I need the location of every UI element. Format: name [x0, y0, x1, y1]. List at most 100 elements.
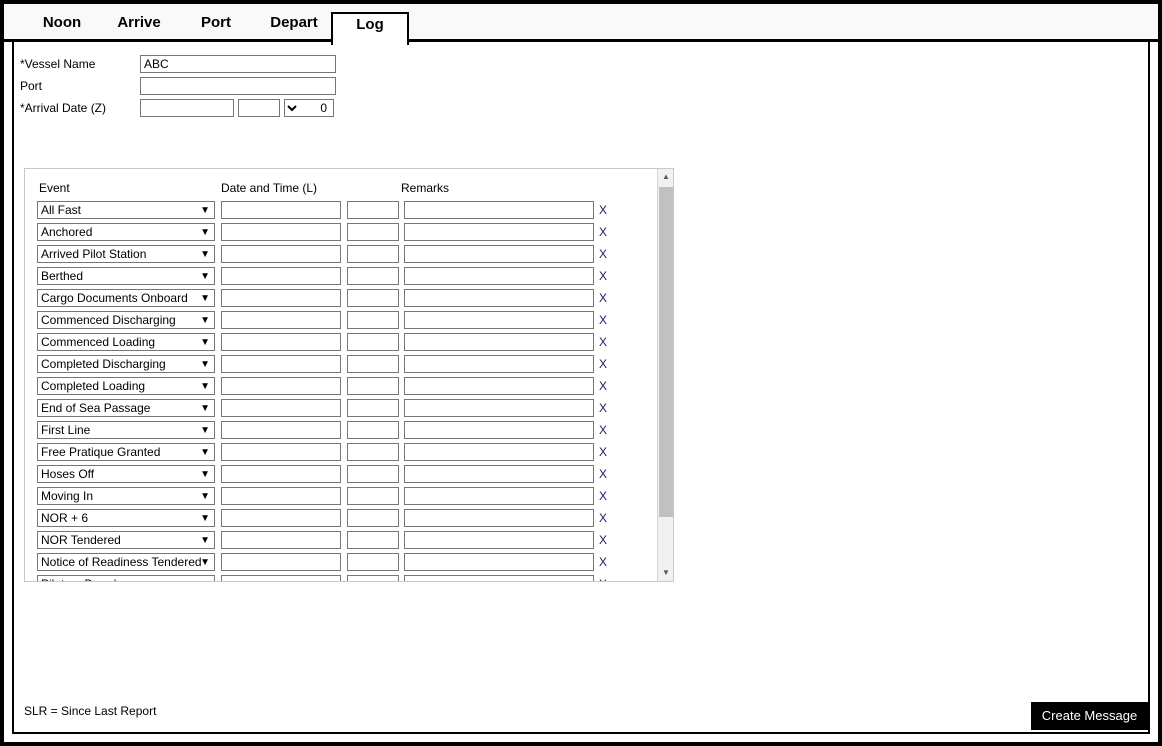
- event-type-select[interactable]: Cargo Documents Onboard▼: [37, 289, 215, 307]
- event-time-input[interactable]: [347, 575, 399, 581]
- delete-row-button[interactable]: X: [599, 268, 607, 284]
- event-remarks-input[interactable]: [404, 311, 594, 329]
- event-time-input[interactable]: [347, 465, 399, 483]
- event-date-input[interactable]: [221, 355, 341, 373]
- event-remarks-input[interactable]: [404, 465, 594, 483]
- event-date-input[interactable]: [221, 201, 341, 219]
- event-type-select[interactable]: Hoses Off▼: [37, 465, 215, 483]
- event-remarks-input[interactable]: [404, 223, 594, 241]
- event-remarks-input[interactable]: [404, 531, 594, 549]
- delete-row-button[interactable]: X: [599, 510, 607, 526]
- event-remarks-input[interactable]: [404, 509, 594, 527]
- event-remarks-input[interactable]: [404, 355, 594, 373]
- tab-port[interactable]: Port: [179, 12, 253, 42]
- event-time-input[interactable]: [347, 223, 399, 241]
- scrollbar-thumb[interactable]: [659, 187, 673, 517]
- event-date-input[interactable]: [221, 575, 341, 581]
- event-time-input[interactable]: [347, 399, 399, 417]
- event-time-input[interactable]: [347, 509, 399, 527]
- event-type-select[interactable]: First Line▼: [37, 421, 215, 439]
- event-type-select[interactable]: NOR Tendered▼: [37, 531, 215, 549]
- event-type-select[interactable]: End of Sea Passage▼: [37, 399, 215, 417]
- event-remarks-input[interactable]: [404, 443, 594, 461]
- event-date-input[interactable]: [221, 421, 341, 439]
- arrival-date-input[interactable]: [140, 99, 234, 117]
- event-time-input[interactable]: [347, 355, 399, 373]
- event-type-select[interactable]: NOR + 6▼: [37, 509, 215, 527]
- event-type-select[interactable]: Completed Discharging▼: [37, 355, 215, 373]
- event-time-input[interactable]: [347, 245, 399, 263]
- delete-row-button[interactable]: X: [599, 290, 607, 306]
- event-time-input[interactable]: [347, 421, 399, 439]
- event-remarks-input[interactable]: [404, 245, 594, 263]
- delete-row-button[interactable]: X: [599, 202, 607, 218]
- event-time-input[interactable]: [347, 267, 399, 285]
- event-type-select[interactable]: Moving In▼: [37, 487, 215, 505]
- arrival-time-input[interactable]: [238, 99, 280, 117]
- delete-row-button[interactable]: X: [599, 356, 607, 372]
- port-input[interactable]: [140, 77, 336, 95]
- event-time-input[interactable]: [347, 333, 399, 351]
- event-date-input[interactable]: [221, 333, 341, 351]
- arrival-offset-select[interactable]: 0: [284, 99, 334, 117]
- event-date-input[interactable]: [221, 553, 341, 571]
- event-time-input[interactable]: [347, 201, 399, 219]
- event-type-select[interactable]: All Fast▼: [37, 201, 215, 219]
- event-type-select[interactable]: Completed Loading▼: [37, 377, 215, 395]
- event-date-input[interactable]: [221, 245, 341, 263]
- event-remarks-input[interactable]: [404, 289, 594, 307]
- tab-depart[interactable]: Depart: [249, 12, 339, 42]
- event-date-input[interactable]: [221, 399, 341, 417]
- event-remarks-input[interactable]: [404, 553, 594, 571]
- event-date-input[interactable]: [221, 509, 341, 527]
- event-type-select[interactable]: Commenced Discharging▼: [37, 311, 215, 329]
- event-remarks-input[interactable]: [404, 377, 594, 395]
- tab-log[interactable]: Log: [331, 12, 409, 45]
- event-time-input[interactable]: [347, 531, 399, 549]
- delete-row-button[interactable]: X: [599, 224, 607, 240]
- event-time-input[interactable]: [347, 553, 399, 571]
- delete-row-button[interactable]: X: [599, 422, 607, 438]
- vessel-name-input[interactable]: [140, 55, 336, 73]
- event-time-input[interactable]: [347, 487, 399, 505]
- delete-row-button[interactable]: X: [599, 488, 607, 504]
- tab-arrive[interactable]: Arrive: [95, 12, 183, 42]
- event-date-input[interactable]: [221, 487, 341, 505]
- delete-row-button[interactable]: X: [599, 444, 607, 460]
- delete-row-button[interactable]: X: [599, 576, 607, 581]
- delete-row-button[interactable]: X: [599, 532, 607, 548]
- create-message-button[interactable]: Create Message: [1031, 702, 1148, 730]
- event-time-input[interactable]: [347, 377, 399, 395]
- delete-row-button[interactable]: X: [599, 334, 607, 350]
- event-remarks-input[interactable]: [404, 333, 594, 351]
- tab-noon[interactable]: Noon: [22, 12, 102, 42]
- delete-row-button[interactable]: X: [599, 466, 607, 482]
- event-remarks-input[interactable]: [404, 421, 594, 439]
- event-remarks-input[interactable]: [404, 399, 594, 417]
- event-remarks-input[interactable]: [404, 487, 594, 505]
- event-type-select[interactable]: Notice of Readiness Tendered▼: [37, 553, 215, 571]
- event-date-input[interactable]: [221, 267, 341, 285]
- event-remarks-input[interactable]: [404, 575, 594, 581]
- event-list-scrollbar[interactable]: ▲ ▼: [657, 169, 673, 581]
- event-time-input[interactable]: [347, 311, 399, 329]
- event-date-input[interactable]: [221, 311, 341, 329]
- delete-row-button[interactable]: X: [599, 400, 607, 416]
- event-type-select[interactable]: Berthed▼: [37, 267, 215, 285]
- delete-row-button[interactable]: X: [599, 378, 607, 394]
- event-remarks-input[interactable]: [404, 201, 594, 219]
- event-date-input[interactable]: [221, 223, 341, 241]
- event-type-select[interactable]: Anchored▼: [37, 223, 215, 241]
- event-type-select[interactable]: Arrived Pilot Station▼: [37, 245, 215, 263]
- event-time-input[interactable]: [347, 443, 399, 461]
- event-time-input[interactable]: [347, 289, 399, 307]
- event-date-input[interactable]: [221, 531, 341, 549]
- event-type-select[interactable]: Free Pratique Granted▼: [37, 443, 215, 461]
- delete-row-button[interactable]: X: [599, 312, 607, 328]
- scroll-down-arrow-icon[interactable]: ▼: [658, 565, 674, 581]
- event-date-input[interactable]: [221, 465, 341, 483]
- event-remarks-input[interactable]: [404, 267, 594, 285]
- event-date-input[interactable]: [221, 377, 341, 395]
- delete-row-button[interactable]: X: [599, 554, 607, 570]
- event-type-select[interactable]: Pilot on Board▼: [37, 575, 215, 581]
